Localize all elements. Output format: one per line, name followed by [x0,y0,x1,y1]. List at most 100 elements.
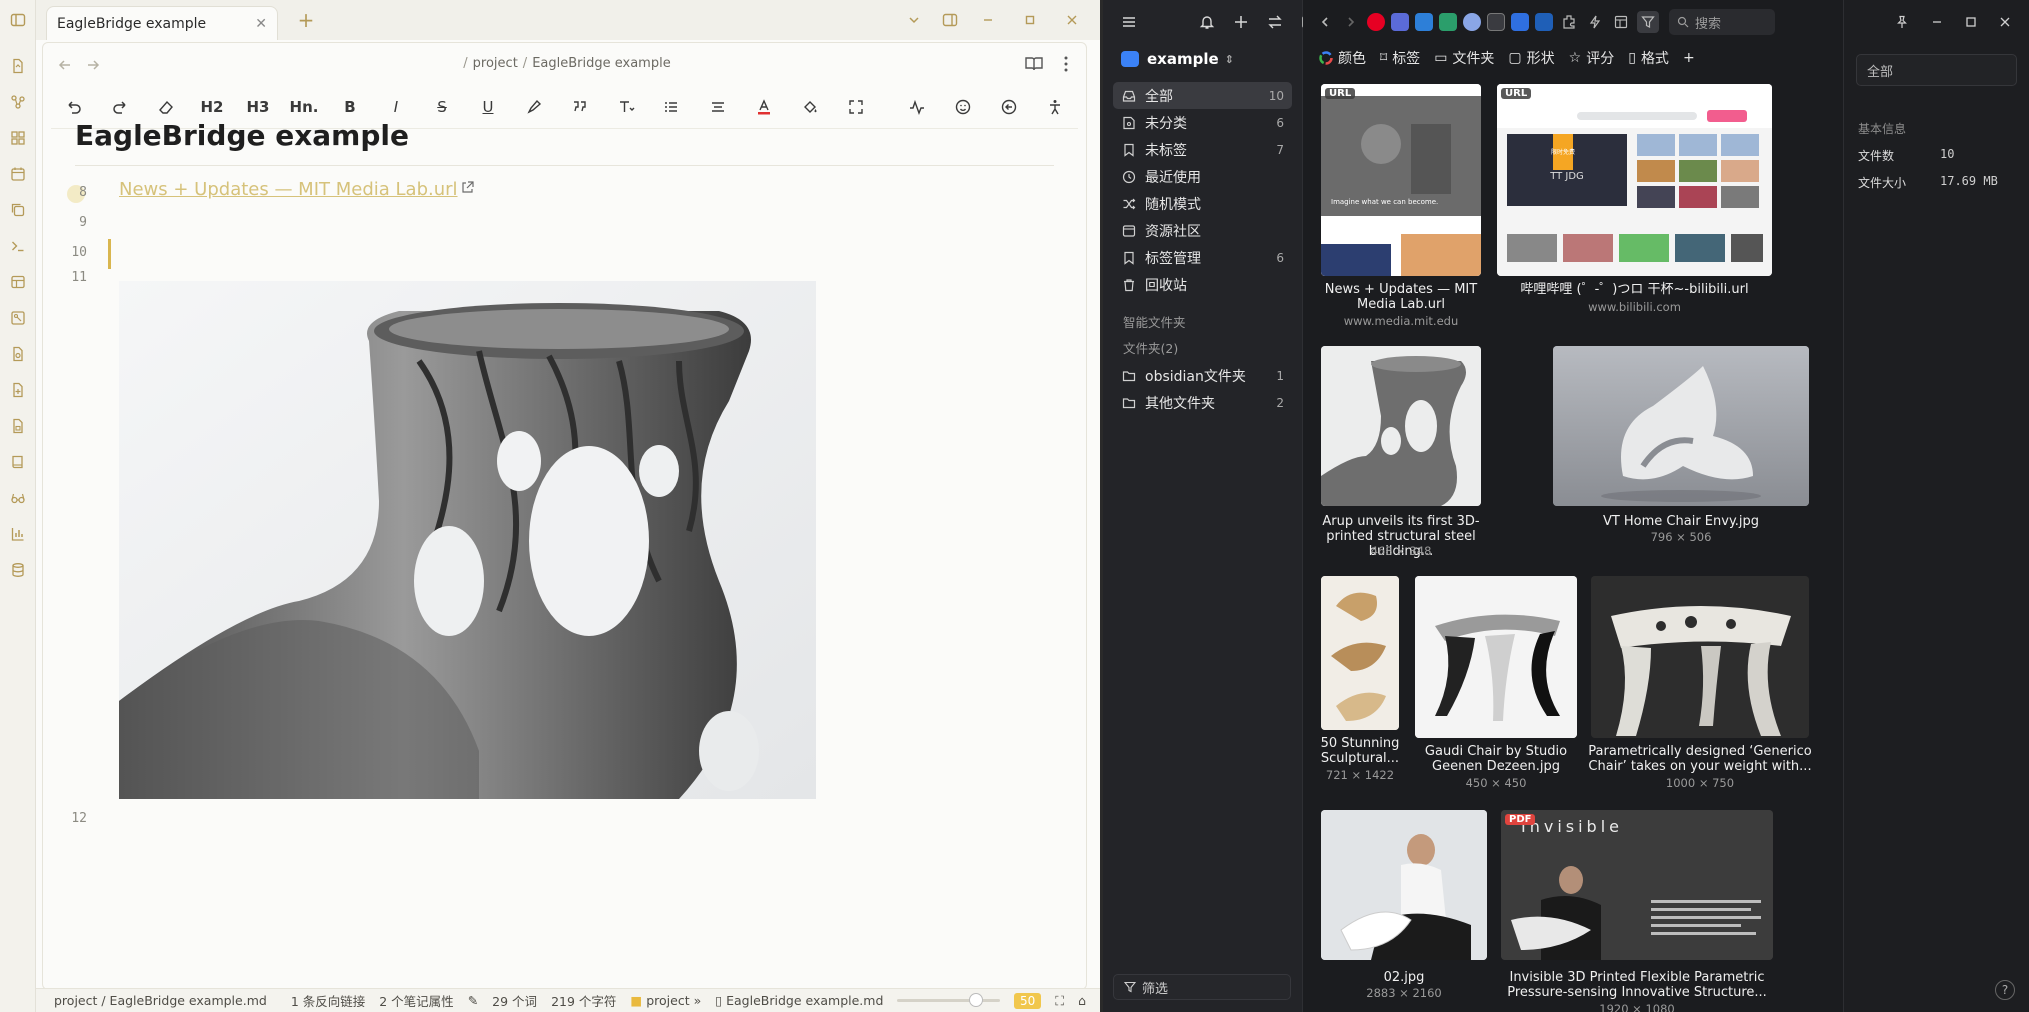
database-icon[interactable] [0,552,36,588]
table-icon[interactable] [0,264,36,300]
back-arrow-icon[interactable] [1315,12,1335,32]
pin-icon[interactable] [1895,15,1909,29]
asset-card[interactable]: 02.jpg 2883 × 2160 [1321,810,1487,1010]
filter-rating[interactable]: ☆ 评分 [1569,48,1615,68]
asset-card[interactable]: 50 Stunning Sculptural... 721 × 1422 [1321,576,1399,782]
smart-folders-header[interactable]: 智能文件夹 [1103,310,1302,336]
bell-icon[interactable] [1199,12,1215,32]
new-tab-icon[interactable]: + [294,8,318,32]
plugin-icon[interactable] [1559,12,1579,32]
library-switcher[interactable]: example ⇕ [1103,44,1302,74]
calendar-icon[interactable] [0,156,36,192]
asset-card[interactable]: VT Home Chair Envy.jpg 796 × 506 [1553,346,1809,544]
note-title[interactable]: EagleBridge example [75,119,409,152]
close-window-icon[interactable] [1999,16,2011,28]
maximize-icon[interactable] [1965,16,1977,28]
filter-tags[interactable]: ⌑ 标签 [1380,48,1420,68]
sidebar-item-community[interactable]: 资源社区 [1113,217,1292,244]
book-icon[interactable] [0,444,36,480]
pinterest-extension-icon[interactable] [1367,13,1385,31]
folder-other[interactable]: 其他文件夹 2 [1113,389,1292,416]
glasses-icon[interactable] [0,480,36,516]
emoji-icon[interactable] [940,89,986,125]
more-options-icon[interactable] [1056,54,1078,76]
status-path[interactable]: project / EagleBridge example.md [54,993,267,1008]
book-extension-icon[interactable] [1439,13,1457,31]
external-link[interactable]: News + Updates — MIT Media Lab.url [119,179,474,200]
search-input[interactable]: 搜索 [1669,9,1775,35]
status-folder[interactable]: project » [646,993,701,1008]
accessibility-icon[interactable] [1032,89,1078,125]
help-icon[interactable]: ? [1995,980,2015,1000]
add-filter-icon[interactable]: + [1683,50,1695,66]
editor-content[interactable]: EagleBridge example 8 News + Updates — M… [43,119,1086,969]
align-icon[interactable] [695,89,741,125]
asset-card[interactable]: TT JDG 限时免费 URL 哔哩哔哩 (゜-゜)つロ 干杯~-bilibili… [1497,84,1772,314]
close-window-icon[interactable] [1058,8,1086,32]
diagram-icon[interactable] [0,300,36,336]
status-backlinks[interactable]: 1 条反向链接 [291,991,365,1010]
circle-arrow-left-icon[interactable] [986,89,1032,125]
lightning-icon[interactable] [1585,12,1605,32]
activity-icon[interactable] [894,89,940,125]
font-color-icon[interactable] [741,89,787,125]
reading-view-icon[interactable] [1024,54,1046,76]
sidebar-item-tags[interactable]: 标签管理 6 [1113,244,1292,271]
sidebar-item-untagged[interactable]: 未标签 7 [1113,136,1292,163]
bar-chart-icon[interactable] [0,516,36,552]
lock-file-icon[interactable] [0,408,36,444]
status-file[interactable]: EagleBridge example.md [726,993,883,1008]
minimize-icon[interactable] [974,8,1002,32]
sidebar-item-recent[interactable]: 最近使用 [1113,163,1292,190]
zoom-slider[interactable] [897,993,1001,1007]
file-plus-icon[interactable] [0,372,36,408]
asset-card[interactable]: Parametrically designed ‘Generico Chair’… [1588,576,1812,790]
folders-header[interactable]: 文件夹(2) [1103,336,1302,362]
forward-arrow-icon[interactable] [1341,12,1361,32]
filter-format[interactable]: ▯ 格式 [1628,48,1669,68]
hamburger-icon[interactable] [1121,12,1137,32]
filter-color[interactable]: 颜色 [1319,48,1366,68]
swap-icon[interactable] [1267,12,1283,32]
crop-extension-icon[interactable] [1415,13,1433,31]
tab-eaglebridge-example[interactable]: EagleBridge example ✕ [46,6,278,40]
template-icon[interactable] [0,336,36,372]
breadcrumb-file[interactable]: EagleBridge example [532,56,671,71]
text-format-icon[interactable] [603,89,649,125]
filter-shape[interactable]: ▢ 形状 [1508,48,1554,68]
terminal-icon[interactable] [0,228,36,264]
capture-extension-icon[interactable] [1511,13,1529,31]
copy-icon[interactable] [0,192,36,228]
add-icon[interactable] [1233,12,1249,32]
asset-card[interactable]: Gaudi Chair by Studio Geenen Dezeen.jpg … [1415,576,1577,790]
highlighter-icon[interactable] [511,89,557,125]
view-layout-icon[interactable] [1611,12,1631,32]
terminal-extension-icon[interactable] [1535,13,1553,31]
list-icon[interactable] [649,89,695,125]
asset-card[interactable]: Invisible PDF Invisible 3D Printed Flexi… [1501,810,1773,1012]
graph-icon[interactable] [0,84,36,120]
sidebar-item-unsorted[interactable]: 未分类 6 [1113,109,1292,136]
sidebar-item-trash[interactable]: 回收站 [1113,271,1292,298]
close-tab-icon[interactable]: ✕ [255,16,267,32]
right-sidebar-toggle-icon[interactable] [936,8,964,32]
folder-obsidian[interactable]: obsidian文件夹 1 [1113,362,1292,389]
chevron-down-icon[interactable] [900,8,928,32]
underline-icon[interactable]: U [465,89,511,125]
fullscreen-icon[interactable] [833,89,879,125]
canvas-icon[interactable] [0,120,36,156]
sidebar-item-random[interactable]: 随机模式 [1113,190,1292,217]
embedded-image-steel-structure[interactable] [119,281,816,799]
avatar-extension-icon[interactable] [1463,13,1481,31]
status-properties[interactable]: 2 个笔记属性 [379,991,453,1010]
eraser-extension-icon[interactable] [1487,13,1505,31]
sidebar-toggle-icon[interactable] [0,0,36,40]
breadcrumb-folder[interactable]: project [473,56,518,71]
asset-card[interactable]: Imagine what we can become. URL News + U… [1321,84,1481,328]
folder-name-field[interactable]: 全部 [1856,54,2017,86]
files-icon[interactable] [0,48,36,84]
filter-icon[interactable] [1637,11,1659,33]
quote-icon[interactable] [557,89,603,125]
minimize-icon[interactable] [1931,16,1943,28]
strikethrough-icon[interactable]: S [419,89,465,125]
